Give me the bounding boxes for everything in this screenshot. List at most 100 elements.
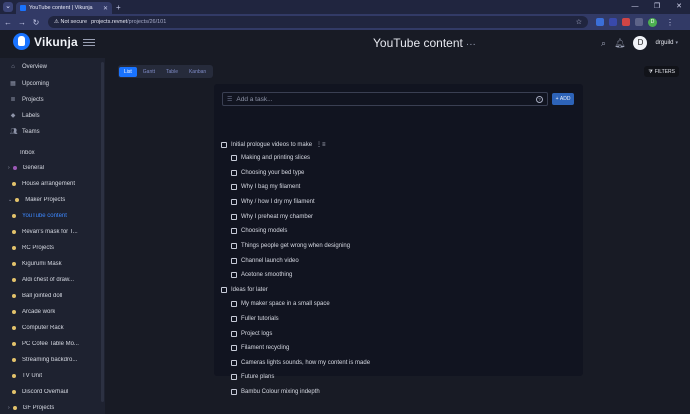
sidebar-project-arcade-work[interactable]: Arcade work (12, 309, 104, 315)
task-title[interactable]: Initial prologue videos to make (231, 142, 312, 148)
chevron-down-icon[interactable]: ⌄ (8, 197, 12, 203)
task-checkbox[interactable] (231, 301, 237, 307)
sidebar-scrollbar[interactable] (101, 62, 104, 402)
task-title[interactable]: Fuller tutorials (241, 316, 279, 322)
forward-icon[interactable]: → (16, 18, 28, 27)
task-row[interactable]: Cameras lights sounds, how my content is… (231, 360, 370, 366)
close-window-icon[interactable]: ✕ (668, 0, 690, 14)
not-secure-indicator[interactable]: ⚠ Not secure (54, 19, 87, 25)
sidebar-project-tv-unit[interactable]: TV Unit (12, 373, 104, 379)
tab-list[interactable]: List (119, 66, 137, 77)
task-title[interactable]: Acetone smoothing (241, 272, 292, 278)
add-task-input[interactable] (236, 95, 536, 103)
task-checkbox[interactable] (231, 155, 237, 161)
task-row[interactable]: Project logs (231, 331, 272, 337)
sidebar-project-streaming-backdrop[interactable]: Streaming backdro... (12, 357, 104, 363)
task-checkbox[interactable] (231, 345, 237, 351)
notifications-bell-icon[interactable]: 🔔︎ (614, 38, 625, 49)
browser-menu-icon[interactable]: ⋮ (666, 18, 674, 27)
task-checkbox[interactable] (231, 243, 237, 249)
address-bar[interactable]: ⚠ Not secure projects.revnet/projects/26… (48, 16, 588, 28)
task-row[interactable]: Making and printing slices (231, 155, 310, 161)
sidebar-item-overview[interactable]: ⌂ Overview (10, 64, 47, 70)
task-checkbox[interactable] (231, 389, 237, 395)
task-checkbox[interactable] (231, 214, 237, 220)
sidebar-item-projects[interactable]: ≣ Projects (10, 96, 43, 104)
task-row[interactable]: Ideas for later (221, 287, 268, 293)
sidebar-project-aldi-chest[interactable]: Aldi chest of draw... (12, 277, 104, 283)
task-row[interactable]: My maker space in a small space (231, 301, 330, 307)
task-title[interactable]: Future plans (241, 374, 274, 380)
task-checkbox[interactable] (231, 170, 237, 176)
maximize-icon[interactable]: ❐ (646, 0, 668, 14)
bookmark-star-icon[interactable]: ☆ (576, 18, 582, 26)
task-title[interactable]: Making and printing slices (241, 155, 310, 161)
task-title[interactable]: Choosing your bed type (241, 170, 304, 176)
task-row[interactable]: Initial prologue videos to make ⋮≡ (221, 141, 326, 148)
task-title[interactable]: Channel launch video (241, 258, 299, 264)
sidebar-project-computer-rack[interactable]: Computer Rack (12, 325, 104, 331)
sidebar-project-pc-coffee-table[interactable]: PC Cofee Table Mo... (12, 341, 104, 347)
menu-toggle-icon[interactable] (83, 39, 95, 46)
sidebar-project-youtube-content[interactable]: YouTube content (12, 213, 104, 219)
browser-profile-avatar[interactable]: D (648, 17, 657, 27)
new-tab-icon[interactable]: + (116, 3, 121, 12)
close-tab-icon[interactable]: ✕ (103, 5, 108, 12)
task-checkbox[interactable] (231, 374, 237, 380)
avatar[interactable]: D (633, 36, 648, 50)
task-row[interactable]: Future plans (231, 374, 274, 380)
task-row[interactable]: Why I preheat my chamber (231, 214, 313, 220)
add-task-button[interactable]: + ADD (552, 93, 574, 105)
task-row[interactable]: Things people get wrong when designing (231, 243, 350, 249)
task-title[interactable]: Bambu Colour mixing indepth (241, 389, 320, 395)
sidebar-project-house-arrangement[interactable]: House arrangement (8, 181, 100, 187)
task-checkbox[interactable] (231, 228, 237, 234)
task-title[interactable]: My maker space in a small space (241, 301, 330, 307)
search-icon[interactable]: ⌕ (601, 38, 606, 49)
task-title[interactable]: Choosing models (241, 228, 287, 234)
quick-add-help-icon[interactable]: ? (536, 95, 543, 103)
extension-translate-icon[interactable] (596, 18, 604, 26)
chevron-right-icon[interactable]: › (8, 165, 10, 171)
task-checkbox[interactable] (231, 360, 237, 366)
extension-red-icon[interactable] (622, 18, 630, 26)
sidebar-project-gf-projects[interactable]: › GF Projects (8, 405, 100, 411)
sidebar-item-upcoming[interactable]: ▦ Upcoming (10, 80, 49, 88)
sidebar-item-labels[interactable]: ◆ Labels (10, 112, 40, 120)
sidebar-project-revans-mask[interactable]: Revan's mask for T... (12, 229, 104, 235)
back-icon[interactable]: ← (2, 18, 14, 27)
tab-table[interactable]: Table (161, 67, 183, 77)
task-row[interactable]: Filament recycling (231, 345, 289, 351)
task-title[interactable]: Ideas for later (231, 287, 268, 293)
task-checkbox[interactable] (231, 258, 237, 264)
task-title[interactable]: Project logs (241, 331, 272, 337)
reload-icon[interactable]: ↻ (30, 18, 42, 27)
task-row[interactable]: Choosing models (231, 228, 287, 234)
task-checkbox[interactable] (231, 331, 237, 337)
task-checkbox[interactable] (231, 184, 237, 190)
sidebar-item-teams[interactable]: 👥︎ Teams (10, 128, 40, 136)
task-checkbox[interactable] (231, 316, 237, 322)
task-row[interactable]: Fuller tutorials (231, 316, 279, 322)
task-row[interactable]: Channel launch video (231, 258, 299, 264)
sidebar-project-kigurumi-mask[interactable]: Kigurumi Mask (12, 261, 104, 267)
task-checkbox[interactable] (231, 272, 237, 278)
task-row[interactable]: Why / how I dry my filament (231, 199, 315, 205)
task-checkbox[interactable] (221, 141, 227, 148)
tab-kanban[interactable]: Kanban (184, 67, 211, 77)
task-title[interactable]: Why I preheat my chamber (241, 214, 313, 220)
sidebar-project-general[interactable]: › General (8, 165, 100, 171)
tab-gantt[interactable]: Gantt (138, 67, 160, 77)
extensions-puzzle-icon[interactable] (635, 18, 643, 26)
task-row[interactable]: Acetone smoothing (231, 272, 292, 278)
task-title[interactable]: Why / how I dry my filament (241, 199, 315, 205)
task-checkbox[interactable] (221, 287, 227, 293)
task-title[interactable]: Why I bag my filament (241, 184, 300, 190)
add-task-field[interactable]: ☰ ? (222, 92, 548, 106)
tab-search-icon[interactable]: ⌄ (3, 2, 13, 12)
task-checkbox[interactable] (231, 199, 237, 205)
username[interactable]: drguild ▾ (655, 40, 678, 46)
project-options-icon[interactable]: ··· (466, 39, 476, 50)
filters-button[interactable]: ⧩ FILTERS (644, 66, 679, 77)
task-title[interactable]: Things people get wrong when designing (241, 243, 350, 249)
